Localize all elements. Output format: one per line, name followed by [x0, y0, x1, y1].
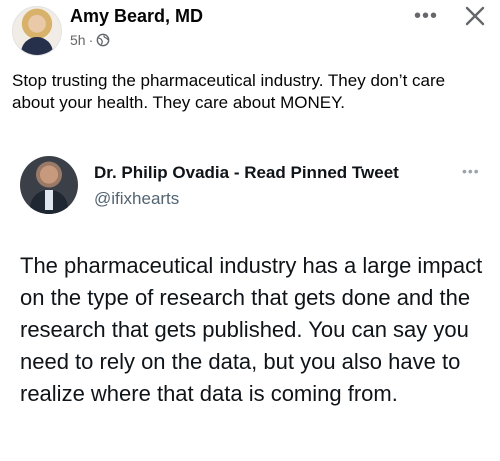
globe-icon[interactable]	[96, 33, 110, 47]
close-icon[interactable]	[463, 4, 487, 28]
post-text: Stop trusting the pharmaceutical industr…	[12, 71, 446, 112]
post-meta: 5h ·	[70, 32, 110, 48]
tweet-text: The pharmaceutical industry has a large …	[20, 253, 483, 406]
avatar-shoulders	[21, 37, 53, 55]
tweet-author-avatar[interactable]	[20, 156, 78, 214]
tweet-author-handle[interactable]: @ifixhearts	[94, 189, 179, 209]
author-avatar[interactable]	[12, 6, 62, 56]
author-name[interactable]: Amy Beard, MD	[70, 6, 203, 27]
more-horizontal-icon[interactable]: •••	[462, 163, 480, 179]
post-time[interactable]: 5h	[70, 32, 86, 48]
avatar-shirt	[45, 190, 53, 210]
meta-separator: ·	[88, 32, 94, 48]
more-horizontal-icon[interactable]: •••	[412, 6, 440, 30]
post-header: Amy Beard, MD 5h · •••	[0, 0, 500, 62]
tweet-author-name[interactable]: Dr. Philip Ovadia - Read Pinned Tweet	[94, 163, 399, 183]
quoted-tweet[interactable]: Dr. Philip Ovadia - Read Pinned Tweet @i…	[0, 138, 500, 461]
